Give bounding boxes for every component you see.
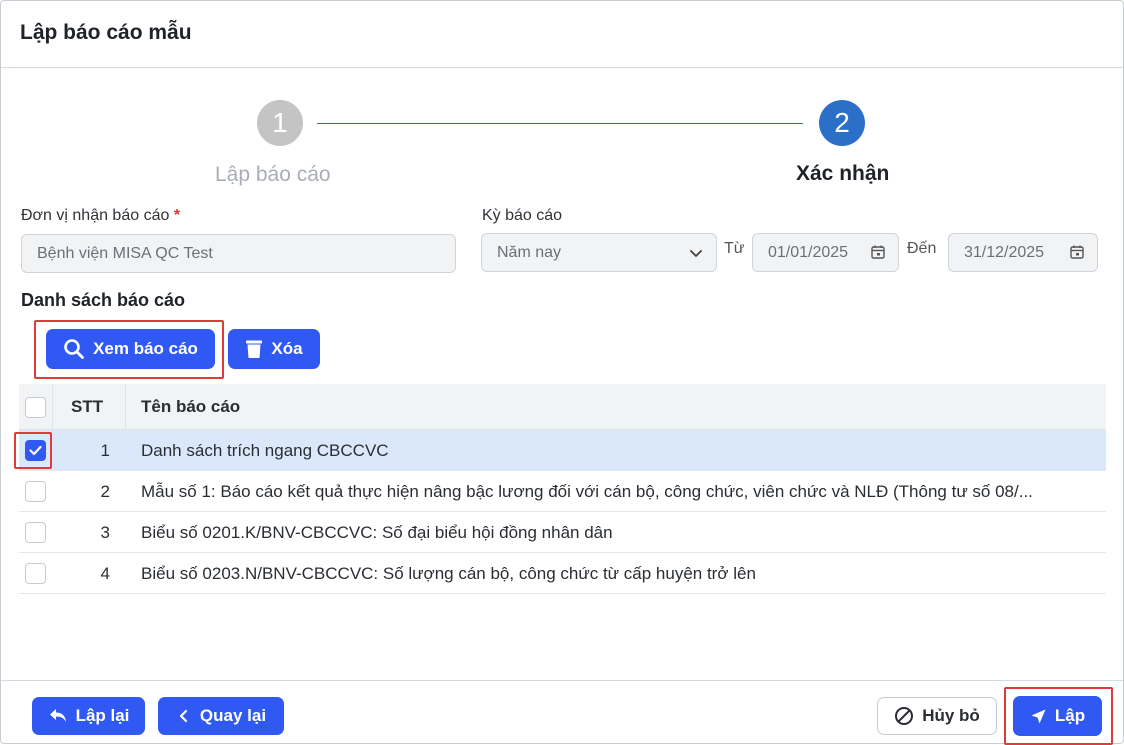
table-row[interactable]: 2 Mẫu số 1: Báo cáo kết quả thực hiện nâ… [19, 471, 1106, 512]
step-2-circle: 2 [819, 100, 865, 146]
chevron-down-icon [690, 250, 702, 257]
table-row[interactable]: 1 Danh sách trích ngang CBCCVC [19, 430, 1106, 471]
cancel-button[interactable]: Hủy bỏ [877, 697, 997, 735]
from-date-input[interactable]: 01/01/2025 [752, 233, 899, 272]
view-report-button[interactable]: Xem báo cáo [46, 329, 215, 369]
from-label: Từ [724, 240, 745, 257]
row-name: Danh sách trích ngang CBCCVC [141, 441, 389, 460]
select-all-checkbox[interactable] [25, 397, 46, 418]
row-name: Biểu số 0203.N/BNV-CBCCVC: Số lượng cán … [141, 564, 756, 583]
required-mark: * [173, 207, 181, 224]
column-divider [52, 384, 53, 430]
calendar-icon[interactable] [1069, 244, 1085, 260]
back-button[interactable]: Quay lại [158, 697, 284, 735]
row-name: Biểu số 0201.K/BNV-CBCCVC: Số đại biểu h… [141, 523, 613, 542]
report-list-title: Danh sách báo cáo [21, 290, 186, 310]
trash-icon [246, 340, 263, 358]
period-select[interactable]: Năm nay [481, 233, 717, 272]
reset-button[interactable]: Lập lại [32, 697, 145, 735]
period-label: Kỳ báo cáo [482, 207, 563, 224]
delete-button[interactable]: Xóa [228, 329, 320, 369]
table-row[interactable]: 4 Biểu số 0203.N/BNV-CBCCVC: Số lượng cá… [19, 553, 1106, 594]
ban-icon [895, 707, 914, 725]
to-label: Đến [907, 240, 937, 257]
step-2-label: Xác nhận [796, 162, 890, 185]
unit-input[interactable]: Bệnh viện MISA QC Test [21, 234, 456, 273]
row-stt: 2 [100, 482, 110, 501]
column-header-name: Tên báo cáo [141, 397, 241, 416]
report-dialog: Lập báo cáo mẫu 1 2 Lập báo cáo Xác nhận… [0, 0, 1124, 745]
step-1-label: Lập báo cáo [215, 163, 331, 186]
send-icon [1031, 709, 1046, 723]
row-stt: 4 [100, 564, 110, 583]
dialog-header: Lập báo cáo mẫu [1, 1, 1123, 68]
dialog-title: Lập báo cáo mẫu [20, 21, 192, 44]
column-divider [125, 384, 126, 430]
table-row[interactable]: 3 Biểu số 0201.K/BNV-CBCCVC: Số đại biểu… [19, 512, 1106, 553]
step-1-circle: 1 [257, 100, 303, 146]
submit-button[interactable]: Lập [1013, 696, 1102, 736]
to-date-input[interactable]: 31/12/2025 [948, 233, 1098, 272]
search-icon [64, 339, 84, 359]
step-connector [317, 123, 803, 124]
row-name: Mẫu số 1: Báo cáo kết quả thực hiện nâng… [141, 482, 1033, 501]
undo-icon [49, 709, 66, 722]
column-header-stt: STT [71, 397, 104, 416]
calendar-icon[interactable] [870, 244, 886, 260]
checkbox-highlight [14, 432, 52, 469]
row-stt: 3 [100, 523, 110, 542]
unit-label: Đơn vị nhận báo cáo * [21, 207, 181, 224]
chevron-left-icon [179, 709, 188, 723]
table-header: STT Tên báo cáo [19, 384, 1106, 430]
